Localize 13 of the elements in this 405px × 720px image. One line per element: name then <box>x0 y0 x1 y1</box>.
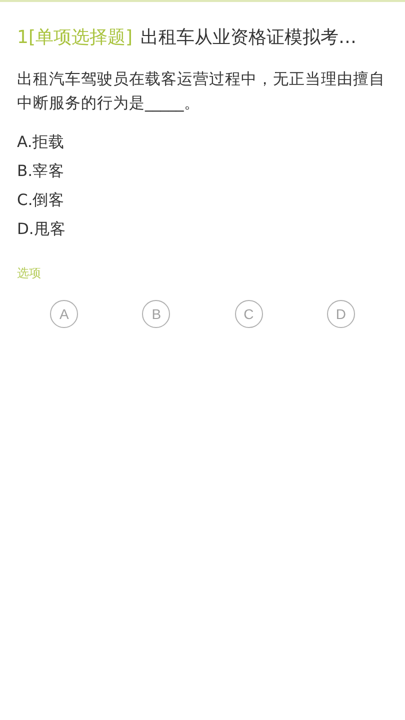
exam-title: 出租车从业资格证模拟考… <box>140 26 356 49</box>
question-type: [单项选择题] <box>28 26 132 49</box>
choice-button[interactable]: D <box>326 300 355 328</box>
choice-button[interactable]: A <box>50 300 78 328</box>
choices-label: 选项 <box>17 265 42 282</box>
answer-option: D.甩客 <box>17 218 388 241</box>
answer-option: C.倒客 <box>17 189 388 212</box>
choice-button[interactable]: B <box>142 300 170 328</box>
answer-option: A.拒载 <box>17 131 388 154</box>
answer-option: B.宰客 <box>17 160 388 183</box>
choice-button[interactable]: C <box>234 300 263 328</box>
question-text: 出租汽车驾驶员在载客运营过程中，无正当理由擅自中断服务的行为是_____。 <box>17 69 386 114</box>
question-number: 1 <box>17 27 28 48</box>
